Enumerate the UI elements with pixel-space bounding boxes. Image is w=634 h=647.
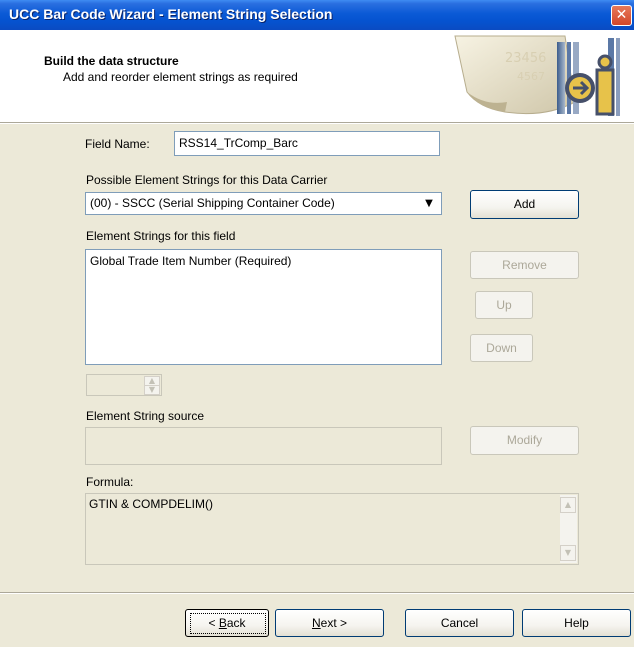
formula-label: Formula: — [86, 475, 134, 489]
cancel-button[interactable]: Cancel — [405, 609, 514, 637]
scroll-up-icon[interactable]: ▲ — [560, 497, 576, 513]
remove-button[interactable]: Remove — [470, 251, 579, 279]
window-title: UCC Bar Code Wizard - Element String Sel… — [9, 6, 333, 22]
next-underline: N — [311, 616, 321, 630]
close-button[interactable]: ✕ — [611, 5, 632, 26]
header-subtitle: Add and reorder element strings as requi… — [63, 70, 298, 84]
formula-text: GTIN & COMPDELIM() — [89, 497, 214, 511]
formula-scrollbar[interactable]: ▲ ▼ — [560, 495, 577, 563]
source-field[interactable] — [85, 427, 442, 465]
wizard-logo-icon: 23456 4567 — [445, 32, 630, 120]
footer-divider-highlight — [0, 593, 634, 594]
down-button[interactable]: Down — [470, 334, 533, 362]
add-button[interactable]: Add — [470, 190, 579, 219]
modify-button[interactable]: Modify — [470, 426, 579, 455]
possible-strings-label: Possible Element Strings for this Data C… — [86, 173, 328, 187]
close-icon: ✕ — [615, 7, 628, 23]
svg-text:23456: 23456 — [505, 51, 546, 66]
list-item[interactable]: Global Trade Item Number (Required) — [90, 254, 291, 268]
source-label: Element String source — [86, 409, 205, 423]
next-rest: ext > — [320, 616, 348, 630]
element-strings-list[interactable]: Global Trade Item Number (Required) — [85, 249, 442, 365]
help-button[interactable]: Help — [522, 609, 631, 637]
element-strings-label: Element Strings for this field — [86, 229, 236, 243]
svg-text:4567: 4567 — [517, 70, 545, 83]
header-divider-highlight — [0, 123, 634, 124]
position-spinner[interactable]: ▲ ▼ — [86, 374, 162, 396]
formula-textarea[interactable]: GTIN & COMPDELIM() ▲ ▼ — [85, 493, 579, 565]
possible-strings-selected: (00) - SSCC (Serial Shipping Container C… — [90, 196, 335, 210]
possible-strings-select[interactable]: (00) - SSCC (Serial Shipping Container C… — [85, 192, 442, 215]
field-name-input[interactable]: RSS14_TrComp_Barc — [174, 131, 440, 156]
scroll-down-icon[interactable]: ▼ — [560, 545, 576, 561]
up-button[interactable]: Up — [475, 291, 533, 319]
back-button-focus-ring — [190, 613, 266, 634]
field-name-label: Field Name: — [85, 137, 150, 151]
dropdown-arrow-icon[interactable]: ▼ — [418, 194, 440, 214]
header-title: Build the data structure — [44, 54, 179, 68]
next-button[interactable]: Next > — [275, 609, 384, 637]
back-button[interactable]: < Back — [185, 609, 269, 637]
spinner-down-icon[interactable]: ▼ — [144, 385, 160, 395]
